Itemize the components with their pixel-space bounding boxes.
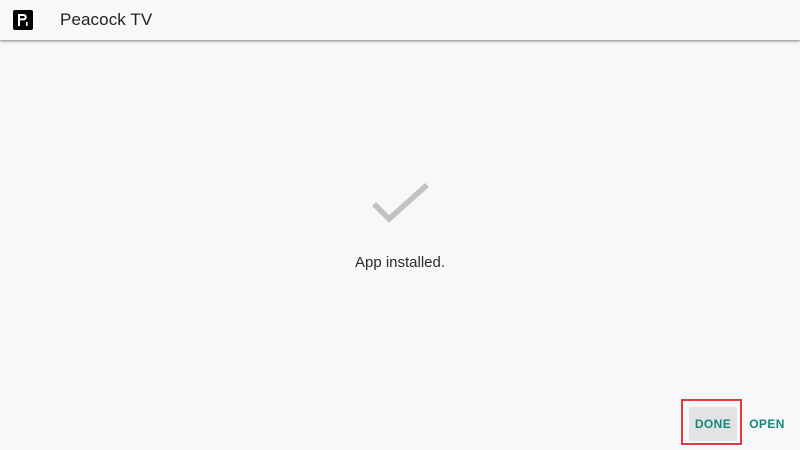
- checkmark-icon: [372, 182, 429, 223]
- app-title: Peacock TV: [60, 10, 153, 29]
- install-status-text: App installed.: [354, 254, 446, 271]
- peacock-logo-icon: [13, 10, 33, 30]
- open-button[interactable]: OPEN: [746, 407, 788, 441]
- install-complete-screen: Peacock TV App installed. DONE OPEN: [0, 0, 800, 450]
- done-button[interactable]: DONE: [689, 407, 737, 441]
- app-bar: Peacock TV: [0, 0, 800, 40]
